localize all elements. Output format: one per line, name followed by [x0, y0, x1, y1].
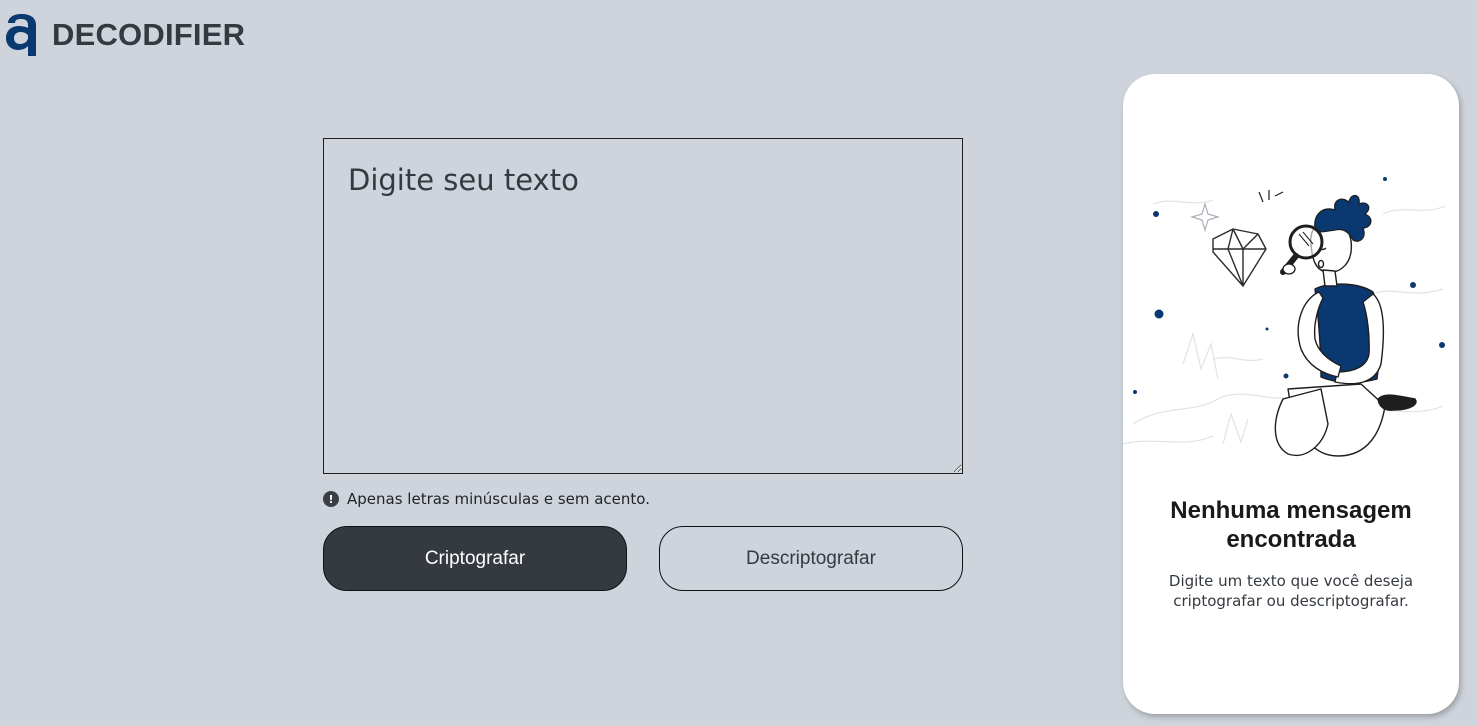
hint-text: Apenas letras minúsculas e sem acento. [347, 490, 650, 508]
person-magnifying-glass-illustration [1123, 177, 1446, 457]
app-title: DECODIFIER [52, 17, 246, 52]
exclamation-circle-icon: ! [323, 491, 339, 507]
text-input[interactable] [323, 138, 963, 474]
page: DECODIFIER ! Apenas letras minúsculas e … [0, 0, 1478, 726]
empty-state-message: Digite um texto que você deseja criptogr… [1168, 572, 1414, 610]
header: DECODIFIER [4, 10, 245, 58]
output-panel: Nenhuma mensagem encontrada Digite um te… [1123, 74, 1459, 714]
empty-state-title: Nenhuma mensagem encontrada [1170, 497, 1412, 553]
input-hint: ! Apenas letras minúsculas e sem acento. [323, 490, 650, 508]
encrypt-button[interactable]: Criptografar [323, 526, 627, 591]
logo-icon [6, 14, 36, 56]
decrypt-button[interactable]: Descriptografar [659, 526, 963, 591]
